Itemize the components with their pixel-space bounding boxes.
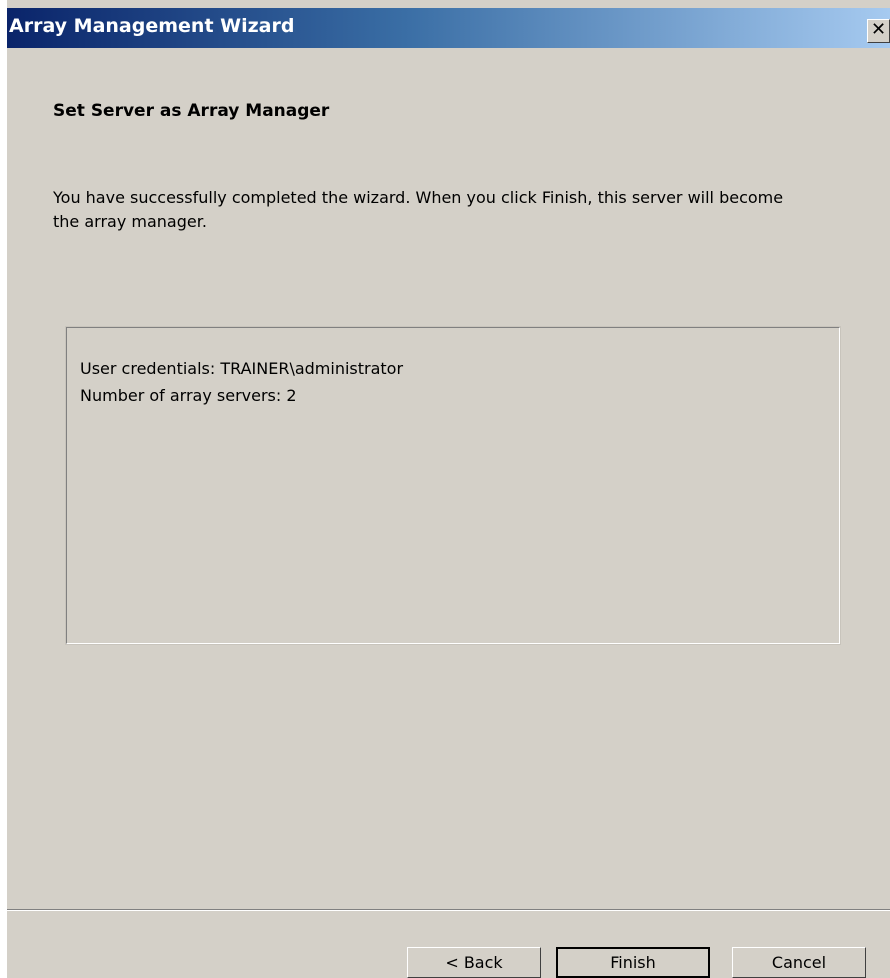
page-description: You have successfully completed the wiza… (53, 188, 784, 231)
wizard-window: Array Management Wizard ✕ Set Server as … (7, 0, 890, 978)
summary-box: User credentials: TRAINER\administrator … (65, 326, 841, 645)
window-title: Array Management Wizard (9, 15, 295, 37)
title-bar[interactable]: Array Management Wizard ✕ (7, 8, 890, 48)
finish-button[interactable]: Finish (556, 947, 710, 978)
summary-server-count: Number of array servers: 2 (80, 386, 297, 405)
page-heading: Set Server as Array Manager (53, 101, 330, 121)
cancel-button[interactable]: Cancel (732, 947, 866, 978)
close-icon[interactable]: ✕ (867, 19, 890, 43)
back-button[interactable]: < Back (407, 947, 541, 978)
button-divider (7, 909, 890, 911)
summary-credentials: User credentials: TRAINER\administrator (80, 359, 404, 378)
